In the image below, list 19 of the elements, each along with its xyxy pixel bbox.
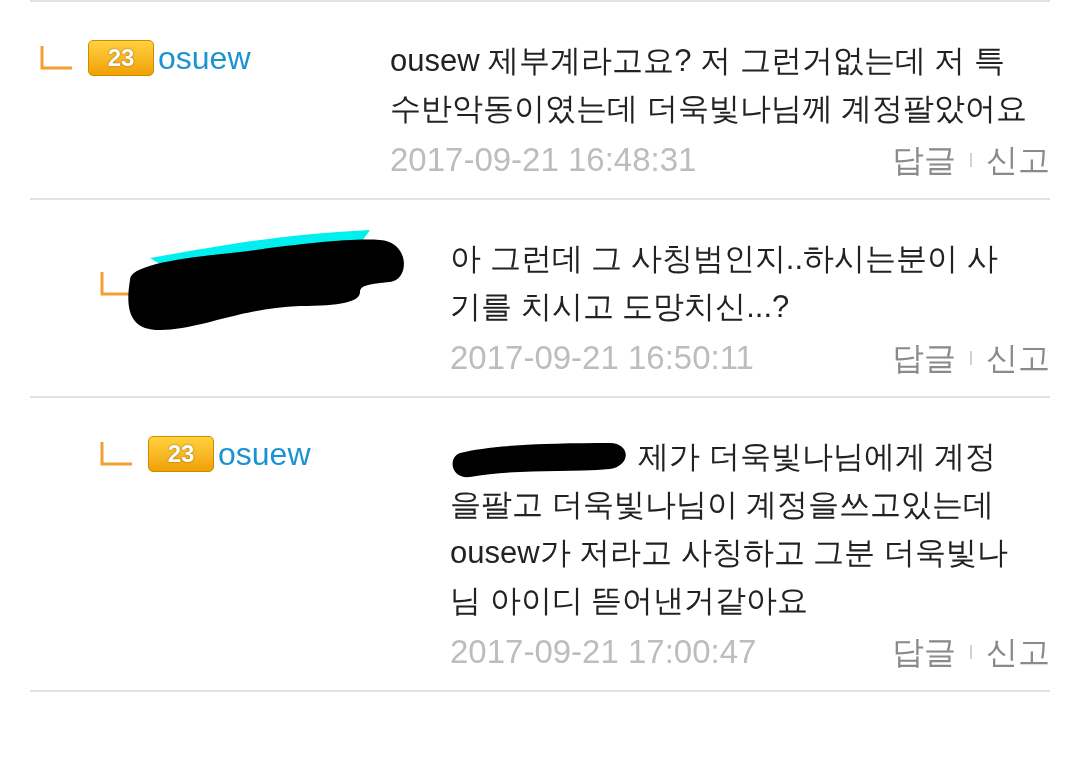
- comment-date: 2017-09-21 17:00:47: [450, 635, 758, 668]
- reply-marker-icon: [100, 442, 132, 466]
- comment-action-link[interactable]: 답글: [892, 143, 956, 176]
- comment-action-link[interactable]: 신고: [986, 635, 1050, 668]
- username-link[interactable]: osuew: [218, 438, 311, 470]
- comment-action-link[interactable]: 답글: [892, 635, 956, 668]
- comment-text: 아 그런데 그 사칭범인지..하시는분이 사기를 치시고 도망치신...?: [450, 240, 999, 326]
- comment-action-link[interactable]: 신고: [986, 143, 1050, 176]
- level-badge: 23: [148, 436, 214, 472]
- username-link[interactable]: osuew: [158, 42, 251, 74]
- comment-date: 2017-09-21 16:50:11: [450, 341, 755, 374]
- comment-text: ousew 제부계라고요? 저 그런거없는데 저 특수반악동이였는데 더욱빛나님께 계정팔았어요: [390, 42, 1029, 128]
- comment-action-link[interactable]: 답글: [892, 341, 956, 374]
- comment-date: 2017-09-21 16:48:31: [390, 143, 698, 176]
- reply-marker-icon: [100, 272, 132, 296]
- comment-text: 제가 더욱빛나님에게 계정을팔고 더욱빛나님이 계정을쓰고있는데 ousew가 저라고 사칭하고 그분 더욱빛나님 아이디 뜯어낸거같아요: [450, 437, 1010, 620]
- reply-marker-icon: [40, 46, 72, 70]
- comment-action-link[interactable]: 신고: [986, 341, 1050, 374]
- level-badge: 23: [88, 40, 154, 76]
